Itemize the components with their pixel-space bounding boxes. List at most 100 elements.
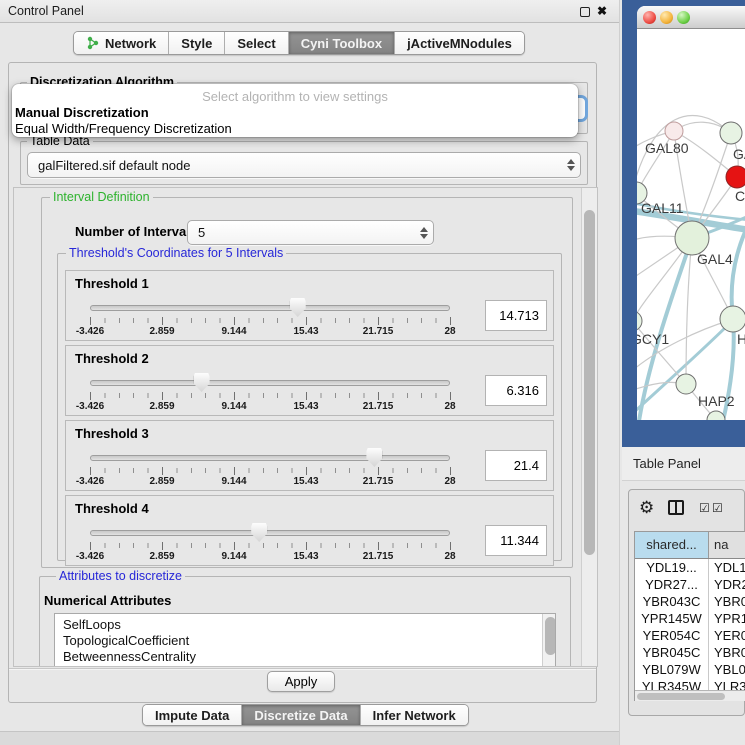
interval-definition-groupbox: Interval Definition Number of Intervals … <box>41 197 573 568</box>
label-top-right: GA <box>733 146 745 162</box>
table-row[interactable]: YBL079WYBL0 <box>635 661 745 678</box>
number-of-intervals-label: Number of Intervals <box>75 224 197 239</box>
slider-thumb[interactable] <box>290 298 306 317</box>
network-canvas[interactable]: GAL80 GA C GAL11 GAL4 GCY1 HA HAP2 <box>637 30 745 420</box>
slider-thumb[interactable] <box>366 448 382 467</box>
slider-thumb[interactable] <box>251 523 267 542</box>
algorithm-dropdown-popup: Select algorithm to view settings Manual… <box>12 84 578 137</box>
table-row[interactable]: YBR045CYBR0 <box>635 644 745 661</box>
threshold-panel-2: Threshold 2 -3.426 2.859 9.144 15.43 21.… <box>65 345 554 416</box>
list-item-selfloops[interactable]: SelfLoops <box>55 614 555 633</box>
float-window-icon[interactable] <box>580 7 590 17</box>
table-row[interactable]: YDR27...YDR2 <box>635 576 745 593</box>
tick-label: 2.859 <box>149 326 174 337</box>
settings-scrollbar[interactable] <box>581 188 597 666</box>
tick-label: 28 <box>444 551 455 562</box>
tab-network-label: Network <box>105 36 156 51</box>
tick-label: -3.426 <box>76 476 104 487</box>
split-columns-icon[interactable] <box>668 500 684 515</box>
tick-label: 21.715 <box>363 476 394 487</box>
app-root: Control Panel ✖ Network Style Select Cyn… <box>0 0 745 745</box>
table-body: YDL19...YDL1 YDR27...YDR2 YBR043CYBR0 YP… <box>635 559 745 692</box>
slider-thumb[interactable] <box>194 373 210 392</box>
slider-track[interactable] <box>90 530 450 536</box>
tick-label: 28 <box>444 401 455 412</box>
menu-item-manual-discretization[interactable]: Manual Discretization <box>15 105 149 120</box>
tab-jactivemnodules[interactable]: jActiveMNodules <box>395 32 524 54</box>
tick-label: 28 <box>444 476 455 487</box>
network-window-titlebar[interactable] <box>637 6 745 29</box>
threshold-2-label: Threshold 2 <box>75 351 149 366</box>
list-item-topologicalcoefficient[interactable]: TopologicalCoefficient <box>55 633 555 649</box>
column-header-name[interactable]: na <box>709 532 745 558</box>
number-of-intervals-combobox[interactable]: 5 <box>187 220 434 245</box>
network-graph: GAL80 GA C GAL11 GAL4 GCY1 HA HAP2 <box>637 30 745 420</box>
slider-track[interactable] <box>90 380 450 386</box>
attributes-list-scrollbar[interactable] <box>542 614 555 667</box>
tick-label: 21.715 <box>363 401 394 412</box>
tab-impute-data[interactable]: Impute Data <box>143 705 242 725</box>
threshold-3-slider[interactable]: -3.426 2.859 9.144 15.43 21.715 28 <box>90 447 450 487</box>
checkbox-icon[interactable]: ☑ <box>712 501 723 515</box>
table-panel-titlebar: Table Panel <box>622 447 745 481</box>
slider-minor-ticks <box>90 318 450 323</box>
threshold-4-value-field[interactable]: 11.344 <box>485 525 547 556</box>
close-icon[interactable]: ✖ <box>597 3 607 20</box>
node-gcy1[interactable] <box>637 311 642 331</box>
label-red-node: C <box>735 188 745 204</box>
apply-button[interactable]: Apply <box>267 671 335 692</box>
column-header-shared-name[interactable]: shared... <box>635 532 709 558</box>
thresholds-groupbox: Threshold's Coordinates for 5 Intervals … <box>57 253 562 561</box>
table-row[interactable]: YDL19...YDL1 <box>635 559 745 576</box>
tab-infer-network[interactable]: Infer Network <box>361 705 468 725</box>
slider-minor-ticks <box>90 468 450 473</box>
threshold-2-slider[interactable]: -3.426 2.859 9.144 15.43 21.715 28 <box>90 372 450 412</box>
tab-style[interactable]: Style <box>169 32 225 54</box>
table-data-combobox[interactable]: galFiltered.sif default node <box>27 152 581 178</box>
tab-select[interactable]: Select <box>225 32 288 54</box>
threshold-1-slider[interactable]: -3.426 2.859 9.144 15.43 21.715 28 <box>90 297 450 337</box>
threshold-2-value-field[interactable]: 6.316 <box>485 375 547 406</box>
table-panel-title: Table Panel <box>633 447 701 481</box>
label-hap2: HAP2 <box>698 393 735 409</box>
tick-label: 15.43 <box>293 551 318 562</box>
threshold-panel-1: Threshold 1 -3.426 2.859 9.144 15.43 21.… <box>65 270 554 341</box>
slider-minor-ticks <box>90 393 450 398</box>
checkbox-icon[interactable]: ☑ <box>699 501 710 515</box>
node-right-mid[interactable] <box>720 306 745 332</box>
threshold-panel-3: Threshold 3 -3.426 2.859 9.144 15.43 21.… <box>65 420 554 491</box>
table-toolbar: ⚙ ☑ ☑ <box>629 490 744 530</box>
node-top-right[interactable] <box>720 122 742 144</box>
node-hap2[interactable] <box>676 374 696 394</box>
table-row[interactable]: YBR043CYBR0 <box>635 593 745 610</box>
menu-item-equal-width-frequency[interactable]: Equal Width/Frequency Discretization <box>15 121 232 136</box>
zoom-window-icon[interactable] <box>677 11 690 24</box>
network-nodes <box>637 122 745 420</box>
tab-network[interactable]: Network <box>74 32 169 54</box>
list-item-betweennesscentrality[interactable]: BetweennessCentrality <box>55 649 555 665</box>
tab-discretize-data[interactable]: Discretize Data <box>242 705 360 725</box>
close-window-icon[interactable] <box>643 11 656 24</box>
tick-label: 21.715 <box>363 326 394 337</box>
node-gal80[interactable] <box>665 122 683 140</box>
table-row[interactable]: YER054CYER0 <box>635 627 745 644</box>
threshold-1-value-field[interactable]: 14.713 <box>485 300 547 331</box>
slider-track[interactable] <box>90 305 450 311</box>
control-panel-title: Control Panel <box>8 0 84 23</box>
table-header-row: shared... na <box>635 532 745 559</box>
gear-icon[interactable]: ⚙ <box>639 498 654 518</box>
table-row[interactable]: YPR145WYPR1 <box>635 610 745 627</box>
attributes-group-title: Attributes to discretize <box>56 569 185 583</box>
minimize-window-icon[interactable] <box>660 11 673 24</box>
tab-cyni-toolbox[interactable]: Cyni Toolbox <box>289 32 395 54</box>
label-right-mid: HA <box>737 331 745 347</box>
tick-label: 2.859 <box>149 476 174 487</box>
slider-track[interactable] <box>90 455 450 461</box>
threshold-3-value-field[interactable]: 21.4 <box>485 450 547 481</box>
node-gal4[interactable] <box>675 221 709 255</box>
bottom-tabbar: Impute Data Discretize Data Infer Networ… <box>142 704 469 726</box>
node-selected-red[interactable] <box>726 166 745 188</box>
threshold-4-slider[interactable]: -3.426 2.859 9.144 15.43 21.715 28 <box>90 522 450 562</box>
table-horizontal-scrollbar[interactable] <box>635 690 745 701</box>
tick-label: 2.859 <box>149 401 174 412</box>
